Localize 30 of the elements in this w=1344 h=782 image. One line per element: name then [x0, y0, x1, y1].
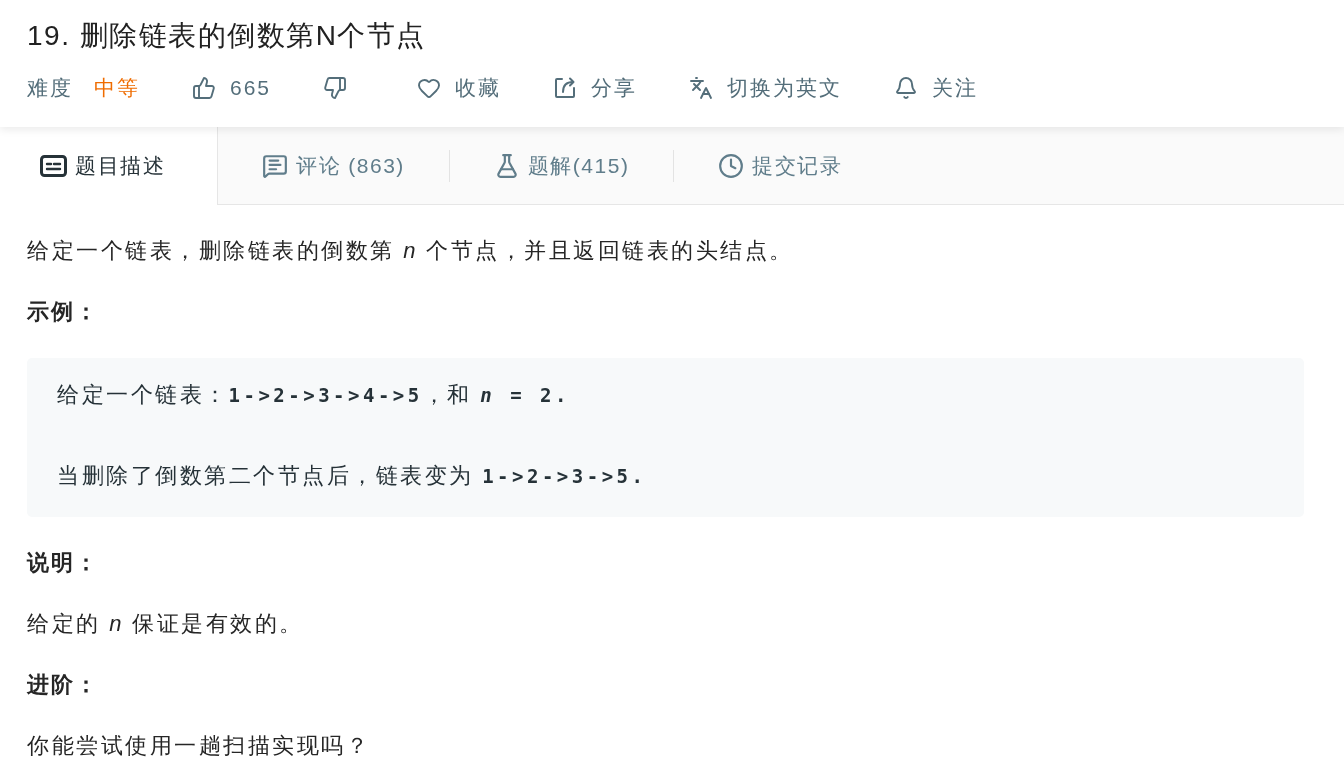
- example-text: 给定一个链表：1->2->3->4->5，和 n = 2.: [57, 381, 571, 409]
- heart-icon: [417, 76, 442, 100]
- section-heading: 示例：: [27, 298, 100, 326]
- dislike-button[interactable]: [323, 76, 348, 100]
- comment-icon: [262, 152, 288, 179]
- thumbs-down-icon: [323, 76, 348, 100]
- description-text: 给定一个链表，删除链表的倒数第 n 个节点，并且返回链表的头结点。: [27, 237, 795, 265]
- section-heading: 进阶：: [27, 671, 100, 699]
- favorite-button[interactable]: 收藏: [417, 74, 502, 102]
- tab[interactable]: 提交记录: [674, 127, 887, 204]
- problem-title: 19. 删除链表的倒数第N个节点: [27, 19, 427, 53]
- translate-icon: [689, 76, 714, 100]
- description-text: 你能尝试使用一趟扫描实现吗？: [27, 732, 371, 760]
- example-text: 当删除了倒数第二个节点后，链表变为 1->2->3->5.: [57, 462, 648, 490]
- clock-icon: [718, 152, 745, 179]
- share-button[interactable]: 分享: [553, 74, 638, 102]
- translate-button[interactable]: 切换为英文: [689, 74, 843, 102]
- like-button[interactable]: 665: [192, 76, 272, 100]
- bell-icon: [894, 76, 919, 100]
- tab[interactable]: 评论 (863): [218, 127, 449, 204]
- tab[interactable]: 题目描述: [0, 127, 218, 205]
- share-icon: [553, 76, 578, 100]
- thumbs-up-icon: [192, 76, 216, 100]
- section-heading: 说明：: [27, 549, 100, 577]
- tab[interactable]: 题解(415): [449, 127, 674, 204]
- follow-button[interactable]: 关注: [894, 74, 979, 102]
- difficulty-label: 难度: [27, 75, 73, 101]
- card-icon: [40, 155, 67, 177]
- difficulty-value: 中等: [94, 75, 140, 101]
- description-text: 给定的 n 保证是有效的。: [27, 610, 305, 638]
